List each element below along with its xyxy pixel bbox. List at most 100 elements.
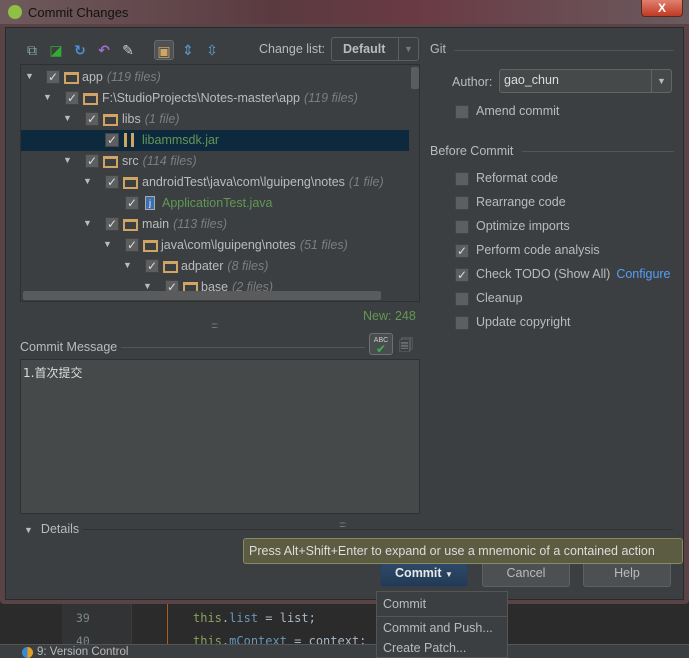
row-label: libs (1 file) (122, 112, 180, 126)
editor-gutter: 39 40 (62, 604, 132, 648)
cancel-button[interactable]: Cancel (482, 560, 570, 587)
tree-row[interactable]: ▼ ✓ androidTest\java\com\lguipeng\notes(… (21, 172, 409, 193)
amend-commit-checkbox[interactable] (455, 105, 469, 119)
splitter-grip[interactable]: ::::: (211, 321, 218, 330)
close-button[interactable]: X (641, 0, 683, 17)
expand-arrow-icon[interactable]: ▼ (63, 155, 72, 165)
tree-horizontal-scrollbar[interactable] (23, 291, 381, 300)
row-checkbox[interactable]: ✓ (105, 217, 119, 231)
row-checkbox[interactable]: ✓ (125, 238, 139, 252)
rollback-icon[interactable]: ↶ (94, 40, 114, 60)
status-bar: 9: Version Control (0, 644, 689, 658)
option-label: Optimize imports (476, 219, 570, 233)
folder-icon (143, 240, 158, 252)
expand-arrow-icon[interactable]: ▼ (103, 239, 112, 249)
tree-row[interactable]: ▼ ✓ java\com\lguipeng\notes (51 files) (21, 235, 409, 256)
commit-message-input[interactable]: 1.首次提交 (20, 359, 420, 514)
expand-all-icon[interactable]: ⇕ (178, 40, 198, 60)
tree-row[interactable]: ▼ ✓ F:\StudioProjects\Notes-master\app (1… (21, 88, 409, 109)
changes-tree[interactable]: ▼ ✓ app (119 files) ▼ ✓ F:\StudioProjects… (20, 64, 420, 302)
splitter-grip[interactable]: ::::: (339, 520, 346, 529)
row-count: (1 file) (144, 112, 180, 126)
row-checkbox[interactable]: ✓ (145, 259, 159, 273)
folder-icon (123, 219, 138, 231)
tree-row[interactable]: ▼ ✓ src (114 files) (21, 151, 409, 172)
tree-row[interactable]: ▼ ✓ app (119 files) (21, 67, 409, 88)
git-section-label: Git (430, 42, 446, 56)
reformat-code-checkbox[interactable] (455, 172, 469, 186)
menu-item-commit[interactable]: Commit (383, 594, 426, 614)
tree-vertical-scrollbar[interactable] (411, 67, 419, 89)
expand-arrow-icon[interactable]: ▼ (123, 260, 132, 270)
row-checkbox[interactable]: ✓ (65, 91, 79, 105)
collapse-all-icon[interactable]: ⇳ (202, 40, 222, 60)
group-by-directory-icon[interactable]: ▣ (154, 40, 174, 60)
row-checkbox[interactable]: ✓ (85, 154, 99, 168)
row-checkbox[interactable]: ✓ (125, 196, 139, 210)
row-label: src (114 files) (122, 154, 197, 168)
tree-row[interactable]: ▼ ✓ libs (1 file) (21, 109, 409, 130)
jump-to-source-icon[interactable]: ◪ (46, 40, 66, 60)
change-list-dropdown[interactable]: Default ▼ (331, 37, 419, 61)
expand-arrow-icon[interactable]: ▼ (83, 176, 92, 186)
spell-check-button[interactable]: ABC ✔ (369, 333, 393, 355)
row-name: src (122, 154, 139, 168)
menu-separator (377, 616, 507, 617)
menu-item-create-patch[interactable]: Create Patch... (383, 638, 466, 658)
folder-icon (83, 93, 98, 105)
row-count: (113 files) (173, 217, 228, 231)
refresh-icon[interactable]: ↻ (70, 40, 90, 60)
line-number: 39 (76, 611, 90, 625)
help-button[interactable]: Help (583, 560, 671, 587)
expand-arrow-icon[interactable]: ▼ (25, 71, 34, 81)
amend-commit-label: Amend commit (476, 104, 560, 118)
menu-item-commit-and-push[interactable]: Commit and Push... (383, 618, 493, 638)
code-editor[interactable]: 39 40 this.list = list; this.mContext = … (0, 604, 689, 648)
folder-icon (163, 261, 178, 273)
version-control-tab[interactable]: 9: Version Control (37, 646, 128, 658)
update-copyright-checkbox[interactable] (455, 316, 469, 330)
diff-icon[interactable]: ⧉ (22, 40, 42, 60)
commit-message-label: Commit Message (20, 340, 118, 354)
row-label: F:\StudioProjects\Notes-master\app (119 f… (102, 91, 358, 105)
check-todo-text: Check TODO (Show All) (476, 267, 611, 281)
row-label: app (119 files) (82, 70, 161, 84)
commit-button[interactable]: Commit ▼ (380, 560, 468, 587)
row-label: androidTest\java\com\lguipeng\notes (1 fi… (142, 175, 384, 189)
before-commit-divider (522, 151, 674, 152)
row-name: libammsdk.jar (142, 133, 220, 147)
expand-arrow-icon[interactable]: ▼ (83, 218, 92, 228)
commit-options-menu: Commit Commit and Push... Create Patch..… (376, 591, 508, 658)
chevron-down-icon[interactable]: ▼ (651, 70, 671, 92)
expand-arrow-icon[interactable]: ▼ (43, 92, 52, 102)
check-todo-checkbox[interactable]: ✓ (455, 268, 469, 282)
expand-arrow-icon[interactable]: ▼ (63, 113, 72, 123)
row-name: main (142, 217, 170, 231)
cleanup-checkbox[interactable] (455, 292, 469, 306)
row-checkbox[interactable]: ✓ (46, 70, 60, 84)
author-combobox[interactable]: gao_chun ▼ (499, 69, 672, 93)
row-checkbox[interactable]: ✓ (105, 175, 119, 189)
folder-icon (123, 177, 138, 189)
row-name: F:\StudioProjects\Notes-master\app (102, 91, 300, 105)
rearrange-code-checkbox[interactable] (455, 196, 469, 210)
tree-row-selected[interactable]: ✓ libammsdk.jar (21, 130, 409, 151)
commit-history-icon[interactable]: 🗐 (399, 335, 415, 353)
row-name: androidTest\java\com\lguipeng\notes (142, 175, 345, 189)
folder-icon (103, 156, 118, 168)
tree-row[interactable]: ▼ ✓ main (113 files) (21, 214, 409, 235)
perform-code-analysis-checkbox[interactable]: ✓ (455, 244, 469, 258)
tree-row[interactable]: ▼ ✓ adpater (8 files) (21, 256, 409, 277)
edit-source-icon[interactable]: ✎ (118, 40, 138, 60)
tree-row[interactable]: ✓ j ApplicationTest.java (21, 193, 409, 214)
expand-arrow-icon[interactable]: ▼ (143, 281, 152, 291)
change-list-label: Change list: (259, 42, 326, 56)
row-checkbox[interactable]: ✓ (85, 112, 99, 126)
optimize-imports-checkbox[interactable] (455, 220, 469, 234)
commit-dialog: ⧉ ◪ ↻ ↶ ✎ ▣ ⇕ ⇳ Change list: Default ▼ ▼… (5, 27, 684, 600)
row-checkbox[interactable]: ✓ (105, 133, 119, 147)
configure-link[interactable]: Configure (616, 267, 670, 281)
details-divider (83, 529, 673, 530)
row-name: adpater (181, 259, 224, 273)
details-toggle[interactable]: ▼ Details (24, 522, 79, 536)
